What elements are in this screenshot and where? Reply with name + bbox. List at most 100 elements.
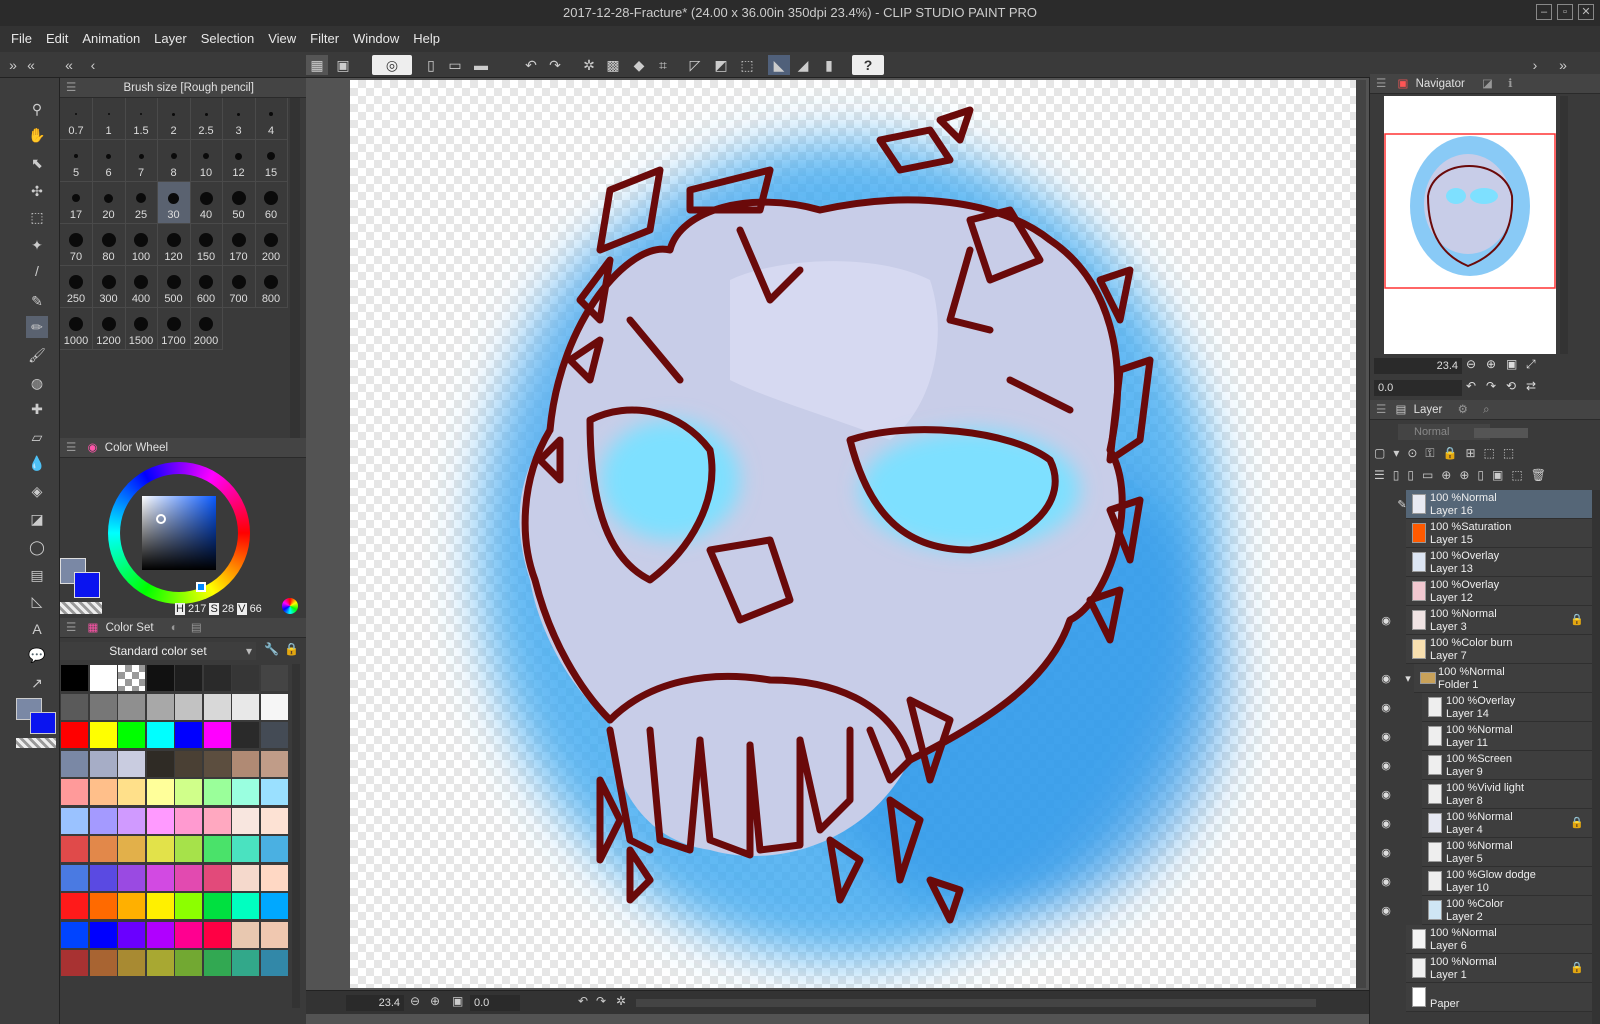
color-swatch[interactable] — [202, 721, 232, 749]
color-swatch[interactable] — [60, 778, 89, 806]
pencil-tool-icon[interactable]: ✏ — [26, 316, 48, 338]
canvas-vertical-scrollbar[interactable] — [1356, 80, 1366, 988]
brush-tool-icon[interactable]: 🖌 — [26, 344, 48, 366]
color-swatch[interactable] — [174, 692, 203, 721]
color-swatch[interactable] — [174, 721, 203, 749]
color-swatch[interactable] — [88, 778, 118, 806]
close-icon[interactable]: ✕ — [1578, 4, 1594, 20]
hue-picker-handle[interactable] — [196, 582, 206, 592]
color-swatch[interactable] — [259, 778, 289, 806]
visibility-eye-icon[interactable] — [1378, 587, 1394, 597]
layer-row[interactable]: 100 %Normal Layer 1 🔒 — [1406, 954, 1592, 983]
color-swatch[interactable] — [231, 664, 260, 692]
color-swatch[interactable] — [60, 863, 89, 892]
lock-icon[interactable]: 🔒 — [1570, 816, 1584, 830]
menu-item-help[interactable]: Help — [406, 26, 447, 52]
menu-item-edit[interactable]: Edit — [39, 26, 75, 52]
reset-rotation-icon[interactable]: ⟲ — [1506, 379, 1516, 393]
blend-icon[interactable]: 💧 — [26, 452, 48, 474]
lock-icon[interactable]: 🔒 — [1570, 613, 1584, 627]
color-swatch[interactable] — [259, 664, 289, 692]
layer-row[interactable]: 100 %Screen Layer 9 — [1422, 751, 1592, 780]
wheel-sub-color[interactable] — [74, 572, 100, 598]
navigator-scrollbar[interactable] — [1560, 96, 1568, 354]
color-swatch[interactable] — [174, 949, 203, 977]
fill-bucket-icon[interactable]: ◈ — [26, 480, 48, 502]
brush-size-1200[interactable]: 1200 — [92, 308, 126, 350]
visibility-eye-icon[interactable]: ◉ — [1378, 703, 1394, 714]
color-swatch[interactable] — [202, 806, 232, 835]
color-swatch[interactable] — [117, 692, 146, 721]
brush-size-400[interactable]: 400 — [125, 266, 158, 308]
panel-left2-icon[interactable]: ‹ — [82, 55, 104, 75]
clear-icon[interactable]: ✲ — [578, 55, 600, 75]
color-swatch[interactable] — [60, 692, 89, 721]
menu-item-animation[interactable]: Animation — [75, 26, 147, 52]
airbrush-icon[interactable]: ◍ — [26, 372, 48, 394]
panel-menu-icon[interactable]: ☰ — [1376, 404, 1386, 416]
fill-icon[interactable]: ◆ — [628, 55, 650, 75]
decoration-icon[interactable]: ✚ — [26, 398, 48, 420]
brush-size-3[interactable]: 3 — [222, 98, 256, 140]
layer-row[interactable]: Paper — [1406, 983, 1592, 1012]
snap-ruler-icon[interactable]: ◣ — [768, 55, 790, 75]
color-swatch[interactable] — [231, 692, 260, 721]
visibility-eye-icon[interactable]: ◉ — [1378, 616, 1394, 627]
color-swatch[interactable] — [145, 892, 175, 920]
panel-menu-icon[interactable]: ☰ — [66, 82, 76, 94]
balloon-icon[interactable]: 💬 — [26, 644, 48, 666]
brush-size-1500[interactable]: 1500 — [125, 308, 158, 350]
selection-tool-icon[interactable]: ⬚ — [26, 206, 48, 228]
color-swatch[interactable] — [145, 949, 175, 977]
sv-picker-handle[interactable] — [156, 514, 166, 524]
navigator-tab-icon[interactable]: ▣ — [1398, 78, 1409, 90]
visibility-eye-icon[interactable]: ◉ — [1378, 848, 1394, 859]
color-swatch[interactable] — [88, 806, 118, 835]
color-swatch[interactable] — [259, 920, 289, 949]
correct-line-icon[interactable]: ↗ — [26, 672, 48, 694]
color-swatch[interactable] — [231, 835, 260, 863]
color-swatch[interactable] — [202, 692, 232, 721]
reset-rotation-icon[interactable]: ✲ — [616, 994, 626, 1008]
color-swatch[interactable] — [117, 863, 146, 892]
color-swatch[interactable] — [231, 920, 260, 949]
visibility-eye-icon[interactable]: ◉ — [1378, 732, 1394, 743]
auto-select-icon[interactable]: ✦ — [26, 234, 48, 256]
color-swatch[interactable] — [60, 892, 89, 920]
status-zoom-field[interactable]: 23.4 — [346, 995, 404, 1011]
color-swatch[interactable] — [88, 749, 118, 778]
menu-item-window[interactable]: Window — [346, 26, 406, 52]
maximize-icon[interactable]: ▫ — [1557, 4, 1573, 20]
navigator-zoom-field[interactable]: 23.4 — [1374, 358, 1462, 374]
eraser-icon[interactable]: ▱ — [26, 426, 48, 448]
brush-size-1000[interactable]: 1000 — [60, 308, 93, 350]
color-swatch[interactable] — [145, 920, 175, 949]
brush-size-150[interactable]: 150 — [190, 224, 223, 266]
drawing-canvas[interactable] — [350, 80, 1356, 988]
layer-property-tab-icon[interactable]: ⚙ — [1458, 404, 1468, 416]
layer-row[interactable]: 100 %Normal Layer 6 — [1406, 925, 1592, 954]
visibility-eye-icon[interactable] — [1378, 993, 1394, 1003]
layer-row[interactable]: 100 %Saturation Layer 15 — [1406, 519, 1592, 548]
layer-row[interactable]: 100 %Overlay Layer 13 — [1406, 548, 1592, 577]
color-swatch[interactable] — [231, 949, 260, 977]
brush-size-20[interactable]: 20 — [92, 182, 126, 224]
navigator-preview[interactable] — [1384, 96, 1556, 354]
rotate-right-icon[interactable]: ↷ — [596, 994, 606, 1008]
layer-row[interactable]: 100 %Color Layer 2 — [1422, 896, 1592, 925]
collapse-right-icon[interactable]: » — [1552, 55, 1574, 75]
layer-row[interactable]: 100 %Color burn Layer 7 — [1406, 635, 1592, 664]
brush-size-600[interactable]: 600 — [190, 266, 223, 308]
color-swatch[interactable] — [259, 721, 289, 749]
brush-size-500[interactable]: 500 — [157, 266, 191, 308]
brush-size-1.5[interactable]: 1.5 — [125, 98, 158, 140]
rotate-left-icon[interactable]: ↶ — [578, 994, 588, 1008]
deselect-icon[interactable]: ◸ — [684, 55, 706, 75]
color-swatch[interactable] — [174, 835, 203, 863]
color-swatch[interactable] — [117, 664, 146, 692]
brush-size-70[interactable]: 70 — [60, 224, 93, 266]
layer-options-row[interactable]: ▢▾⊙⚿🔒⊞⬚⬚ — [1374, 446, 1598, 466]
hand-tool-icon[interactable]: ✋ — [26, 124, 48, 146]
color-swatch[interactable] — [259, 949, 289, 977]
color-wheel-tab-icon[interactable]: ◉ — [88, 442, 98, 454]
